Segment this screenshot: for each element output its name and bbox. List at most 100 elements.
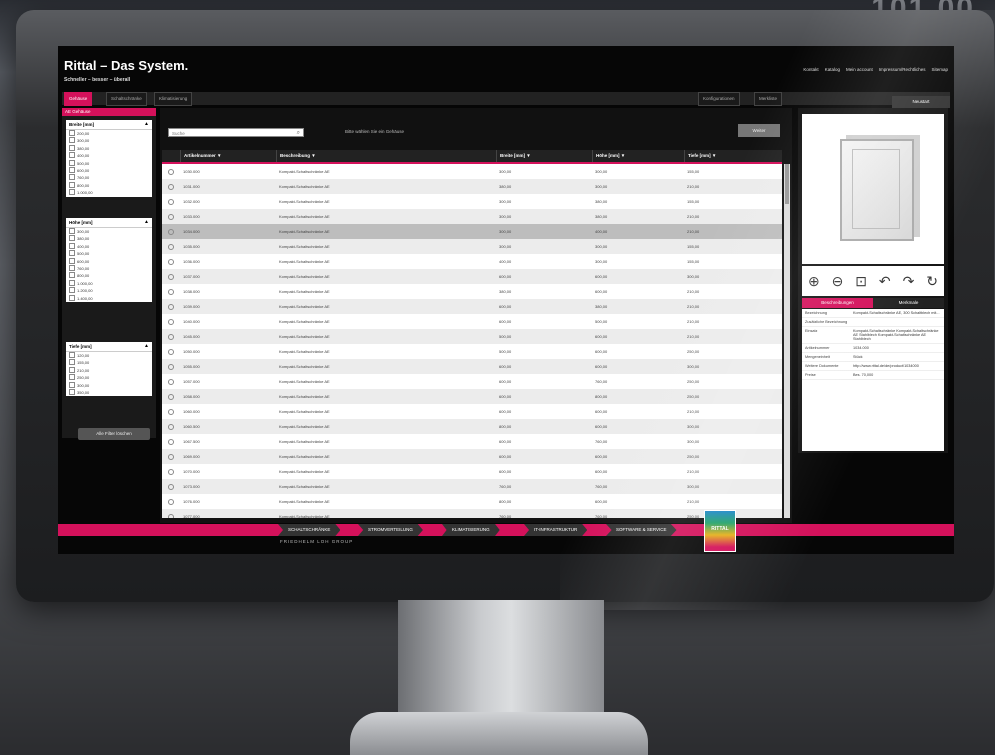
footer-nav-item[interactable]: SCHALTSCHRÄNKE: [278, 524, 341, 536]
tab-descriptions[interactable]: Beschreibungen: [802, 298, 873, 308]
scroll-thumb[interactable]: [785, 164, 789, 204]
table-row[interactable]: 1073.000 Kompakt-Schaltschränke AE 760,00 7…: [162, 479, 782, 494]
tab-schaltschraenke[interactable]: Schaltschränke: [106, 92, 147, 106]
rotate-left-icon[interactable]: ↶: [879, 273, 891, 290]
filter-depth-title[interactable]: Tiefe [mm] ▲: [66, 342, 152, 352]
table-row[interactable]: 1070.000 Kompakt-Schaltschränke AE 600,00 6…: [162, 464, 782, 479]
row-radio[interactable]: [168, 364, 174, 370]
collapse-icon[interactable]: ▲: [144, 121, 149, 127]
filter-checkbox[interactable]: 250,00: [66, 374, 152, 381]
row-radio[interactable]: [168, 169, 174, 175]
table-row[interactable]: 1032.000 Kompakt-Schaltschränke AE 300,00 3…: [162, 194, 782, 209]
footer-nav-item[interactable]: IT-INFRASTRUKTUR: [524, 524, 588, 536]
row-radio[interactable]: [168, 379, 174, 385]
nav-imprint[interactable]: Impressum/Rechtliches: [879, 67, 926, 72]
filter-checkbox[interactable]: 155,00: [66, 359, 152, 366]
collapse-icon[interactable]: ▲: [144, 219, 149, 225]
row-radio[interactable]: [168, 469, 174, 475]
col-height[interactable]: Höhe [mm] ▼: [592, 150, 684, 162]
site-title[interactable]: Rittal – Das System.: [64, 58, 188, 73]
filter-checkbox[interactable]: 1.400,00: [66, 295, 152, 302]
filter-checkbox[interactable]: 1.000,00: [66, 280, 152, 287]
filter-height-title[interactable]: Höhe [mm] ▲: [66, 218, 152, 228]
col-description[interactable]: Beschreibung ▼: [276, 150, 496, 162]
table-row[interactable]: 1035.000 Kompakt-Schaltschränke AE 300,00 3…: [162, 239, 782, 254]
row-radio[interactable]: [168, 259, 174, 265]
tab-merkliste[interactable]: Merkliste: [754, 92, 783, 106]
clear-filters-button[interactable]: Alle Filter löschen: [78, 428, 150, 440]
tab-gehaeuse[interactable]: Gehäuse: [64, 92, 93, 106]
filter-checkbox[interactable]: 120,00: [66, 352, 152, 359]
filter-checkbox[interactable]: 300,00: [66, 228, 152, 235]
filter-checkbox[interactable]: 800,00: [66, 182, 152, 189]
search-input[interactable]: Suche ⌕: [168, 128, 304, 137]
table-scrollbar[interactable]: [784, 164, 790, 518]
col-article[interactable]: Artikelnummer ▼: [180, 150, 276, 162]
search-icon[interactable]: ⌕: [297, 129, 300, 138]
zoom-out-icon[interactable]: ⊖: [832, 273, 844, 290]
nav-catalog[interactable]: Katalog: [825, 67, 840, 72]
col-depth[interactable]: Tiefe [mm] ▼: [684, 150, 782, 162]
row-radio[interactable]: [168, 319, 174, 325]
filter-checkbox[interactable]: 760,00: [66, 265, 152, 272]
fit-icon[interactable]: ⊡: [855, 273, 867, 290]
row-radio[interactable]: [168, 199, 174, 205]
filter-checkbox[interactable]: 1.200,00: [66, 287, 152, 294]
next-button[interactable]: Weiter: [738, 124, 780, 137]
row-radio[interactable]: [168, 229, 174, 235]
nav-sitemap[interactable]: Sitemap: [931, 67, 948, 72]
filter-checkbox[interactable]: 350,00: [66, 389, 152, 396]
filter-checkbox[interactable]: 380,00: [66, 145, 152, 152]
table-row[interactable]: 1040.000 Kompakt-Schaltschränke AE 600,00 5…: [162, 314, 782, 329]
table-row[interactable]: 1067.500 Kompakt-Schaltschränke AE 600,00 7…: [162, 434, 782, 449]
filter-checkbox[interactable]: 600,00: [66, 258, 152, 265]
row-radio[interactable]: [168, 499, 174, 505]
row-radio[interactable]: [168, 439, 174, 445]
row-radio[interactable]: [168, 409, 174, 415]
row-radio[interactable]: [168, 244, 174, 250]
row-radio[interactable]: [168, 304, 174, 310]
table-row[interactable]: 1034.000 Kompakt-Schaltschränke AE 300,00 4…: [162, 224, 782, 239]
filter-checkbox[interactable]: 380,00: [66, 235, 152, 242]
filter-checkbox[interactable]: 400,00: [66, 243, 152, 250]
table-row[interactable]: 1037.000 Kompakt-Schaltschränke AE 600,00 6…: [162, 269, 782, 284]
filter-checkbox[interactable]: 210,00: [66, 367, 152, 374]
table-row[interactable]: 1036.000 Kompakt-Schaltschränke AE 400,00 3…: [162, 254, 782, 269]
filter-checkbox[interactable]: 200,00: [66, 130, 152, 137]
row-radio[interactable]: [168, 274, 174, 280]
row-radio[interactable]: [168, 514, 174, 518]
tab-klimatisierung[interactable]: Klimatisierung: [154, 92, 193, 106]
zoom-in-icon[interactable]: ⊕: [808, 273, 820, 290]
filter-checkbox[interactable]: 400,00: [66, 152, 152, 159]
rittal-logo[interactable]: RITTAL: [704, 510, 736, 552]
filter-checkbox[interactable]: 1.000,00: [66, 189, 152, 196]
table-row[interactable]: 1038.000 Kompakt-Schaltschränke AE 380,00 6…: [162, 284, 782, 299]
filter-width-title[interactable]: Breite [mm] ▲: [66, 120, 152, 130]
footer-nav-item[interactable]: STROMVERTEILUNG: [358, 524, 423, 536]
tab-features[interactable]: Merkmale: [873, 298, 944, 308]
row-radio[interactable]: [168, 334, 174, 340]
filter-checkbox[interactable]: 500,00: [66, 250, 152, 257]
filter-checkbox[interactable]: 600,00: [66, 167, 152, 174]
footer-nav-item[interactable]: SOFTWARE & SERVICE: [606, 524, 677, 536]
filter-checkbox[interactable]: 300,00: [66, 382, 152, 389]
col-width[interactable]: Breite [mm] ▼: [496, 150, 592, 162]
row-radio[interactable]: [168, 454, 174, 460]
row-radio[interactable]: [168, 349, 174, 355]
filter-checkbox[interactable]: 300,00: [66, 137, 152, 144]
restart-button[interactable]: Neustart: [892, 96, 950, 108]
table-row[interactable]: 1033.000 Kompakt-Schaltschränke AE 300,00 3…: [162, 209, 782, 224]
row-radio[interactable]: [168, 214, 174, 220]
table-row[interactable]: 1077.000 Kompakt-Schaltschränke AE 760,00 7…: [162, 509, 782, 518]
table-row[interactable]: 1069.000 Kompakt-Schaltschränke AE 600,00 6…: [162, 449, 782, 464]
row-radio[interactable]: [168, 184, 174, 190]
collapse-icon[interactable]: ▲: [144, 343, 149, 349]
table-row[interactable]: 1031.000 Kompakt-Schaltschränke AE 380,00 3…: [162, 179, 782, 194]
nav-contact[interactable]: Kontakt: [803, 67, 818, 72]
table-row[interactable]: 1058.000 Kompakt-Schaltschränke AE 600,00 8…: [162, 389, 782, 404]
row-radio[interactable]: [168, 289, 174, 295]
table-row[interactable]: 1050.000 Kompakt-Schaltschränke AE 500,00 6…: [162, 344, 782, 359]
row-radio[interactable]: [168, 424, 174, 430]
table-row[interactable]: 1030.000 Kompakt-Schaltschränke AE 300,00 3…: [162, 164, 782, 179]
table-row[interactable]: 1076.000 Kompakt-Schaltschränke AE 800,00 6…: [162, 494, 782, 509]
